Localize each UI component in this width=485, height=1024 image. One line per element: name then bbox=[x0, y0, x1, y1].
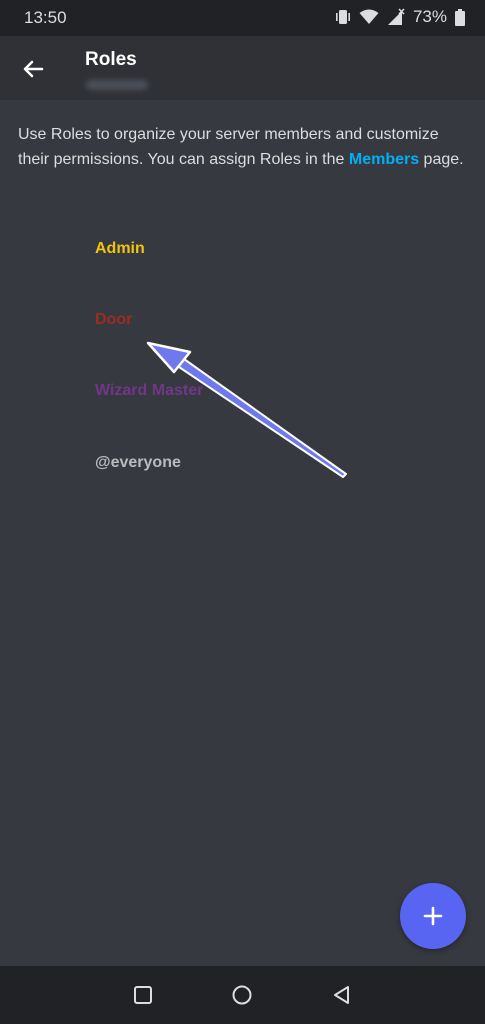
role-item-wizard-master[interactable]: Wizard Master bbox=[95, 382, 203, 400]
role-item-everyone[interactable]: @everyone bbox=[95, 454, 181, 472]
battery-percent: 73% bbox=[412, 7, 447, 26]
add-role-button[interactable] bbox=[400, 883, 466, 949]
roles-description: Use Roles to organize your server member… bbox=[18, 122, 468, 172]
status-bar: 13:50 73% bbox=[0, 0, 485, 36]
signal-icon bbox=[387, 8, 405, 26]
page-title: Roles bbox=[85, 49, 137, 70]
role-item-door[interactable]: Door bbox=[95, 311, 132, 329]
description-text-end: page. bbox=[419, 151, 464, 168]
role-item-admin[interactable]: Admin bbox=[95, 240, 145, 258]
arrow-left-icon bbox=[23, 60, 44, 78]
vibrate-icon bbox=[335, 8, 351, 26]
recents-button[interactable] bbox=[131, 983, 155, 1007]
server-name-redacted bbox=[86, 80, 148, 90]
home-icon bbox=[232, 985, 252, 1005]
wifi-icon bbox=[359, 9, 379, 25]
app-header: Roles bbox=[0, 36, 485, 100]
status-time: 13:50 bbox=[24, 8, 67, 27]
status-icons: 73% bbox=[335, 7, 465, 27]
system-nav-bar bbox=[0, 966, 485, 1024]
members-link[interactable]: Members bbox=[349, 151, 419, 168]
recents-icon bbox=[134, 986, 152, 1004]
back-nav-button[interactable] bbox=[330, 983, 354, 1007]
battery-icon bbox=[455, 8, 465, 26]
plus-icon bbox=[423, 906, 443, 926]
back-nav-icon bbox=[334, 986, 349, 1004]
back-button[interactable] bbox=[18, 54, 48, 84]
home-button[interactable] bbox=[230, 983, 254, 1007]
